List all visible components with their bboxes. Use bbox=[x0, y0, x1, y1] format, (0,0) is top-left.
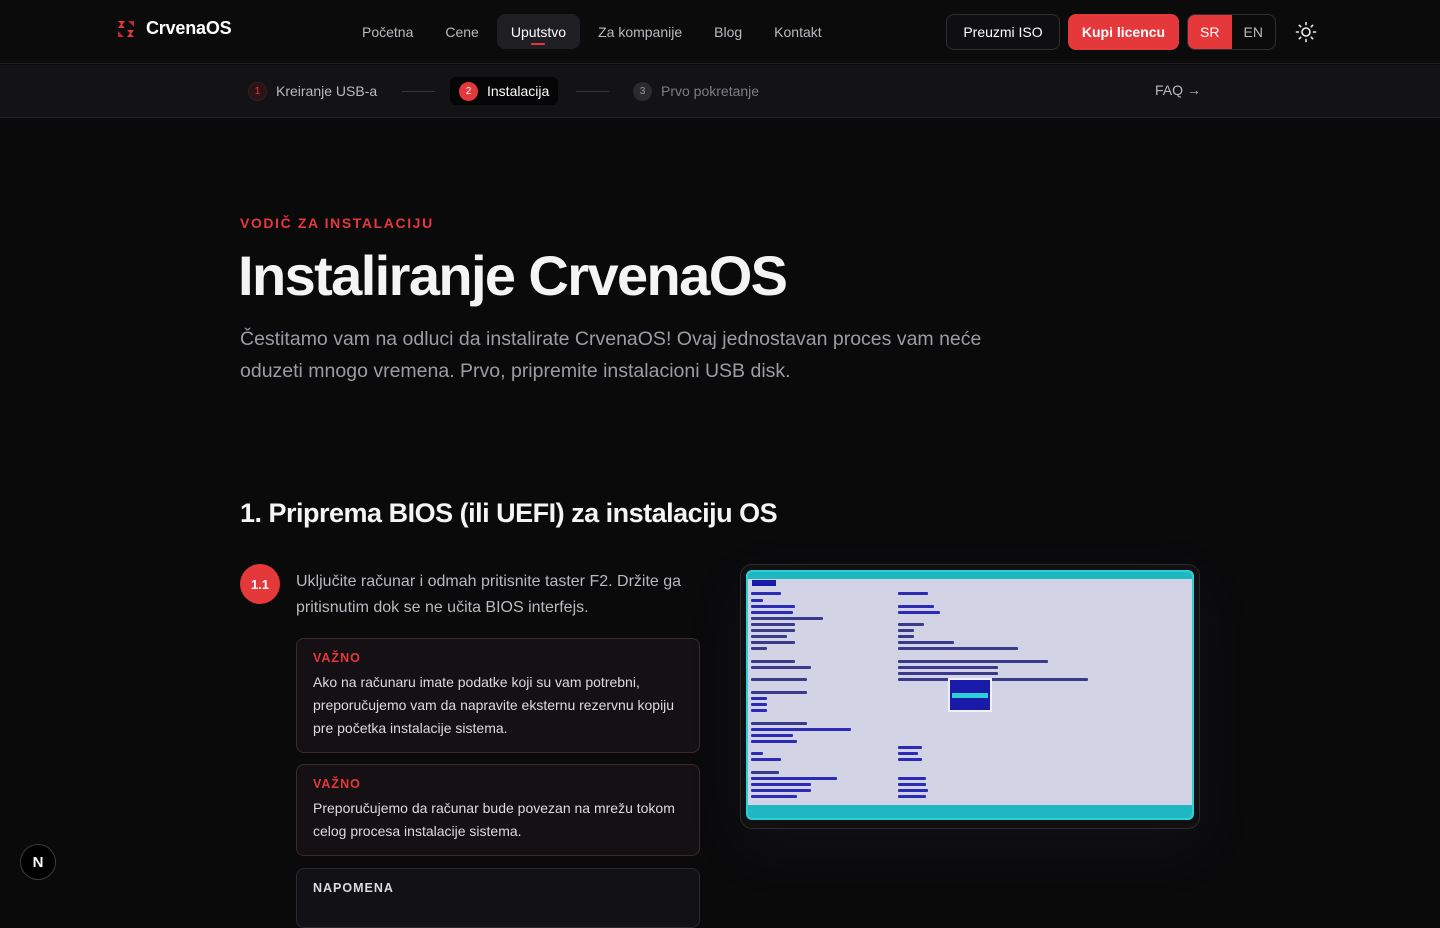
bios-line bbox=[751, 722, 807, 725]
step-label: Prvo pokretanje bbox=[661, 83, 760, 99]
step-label: Instalacija bbox=[487, 83, 550, 99]
nav-item-kontakt[interactable]: Kontakt bbox=[760, 14, 835, 49]
brand[interactable]: CrvenaOS bbox=[116, 18, 232, 39]
bios-line bbox=[751, 740, 797, 743]
bios-line bbox=[751, 635, 787, 638]
bios-help-bar bbox=[748, 805, 1192, 818]
bios-line bbox=[751, 777, 837, 780]
bios-line bbox=[898, 611, 940, 614]
bios-secure-boot-popup bbox=[948, 678, 992, 712]
bios-line bbox=[751, 783, 811, 786]
step-connector bbox=[402, 91, 435, 92]
bios-line bbox=[751, 647, 767, 650]
bios-line bbox=[751, 666, 811, 669]
bios-popup-highlight bbox=[952, 693, 988, 698]
bios-line bbox=[751, 617, 823, 620]
bios-line bbox=[751, 703, 767, 706]
lang-sr-button[interactable]: SR bbox=[1188, 15, 1232, 49]
note-heading: NAPOMENA bbox=[313, 881, 394, 895]
main-menu: Početna Cene Uputstvo Za kompanije Blog … bbox=[348, 14, 836, 49]
faq-link[interactable]: FAQ → bbox=[1155, 82, 1201, 98]
bios-line bbox=[751, 592, 781, 595]
bios-line bbox=[751, 709, 767, 712]
install-steps-bar: 1 Kreiranje USB-a 2 Instalacija 3 Prvo p… bbox=[0, 65, 1440, 118]
bios-line bbox=[898, 795, 926, 798]
lang-en-button[interactable]: EN bbox=[1232, 15, 1276, 49]
bios-line bbox=[751, 771, 779, 774]
bios-line bbox=[751, 623, 795, 626]
note-heading: VAŽNO bbox=[313, 777, 361, 791]
buy-license-button[interactable]: Kupi licencu bbox=[1068, 14, 1179, 50]
bios-line bbox=[898, 789, 928, 792]
step-instalacija[interactable]: 2 Instalacija bbox=[450, 77, 559, 105]
bios-line bbox=[898, 777, 926, 780]
bios-line bbox=[898, 623, 924, 626]
page-title: Instaliranje CrvenaOS bbox=[238, 244, 788, 307]
bios-line bbox=[751, 611, 793, 614]
brand-name: CrvenaOS bbox=[146, 18, 232, 38]
bios-line bbox=[751, 678, 807, 681]
step-number: 1 bbox=[248, 81, 267, 101]
bios-line bbox=[898, 641, 954, 644]
nav-item-za-kompanije[interactable]: Za kompanije bbox=[584, 14, 696, 49]
hero-eyebrow: VODIČ ZA INSTALACIJU bbox=[240, 215, 434, 231]
step-text: Uključite računar i odmah pritisnite tas… bbox=[296, 573, 682, 616]
note-heading: VAŽNO bbox=[313, 651, 361, 665]
note-body: Ako na računaru imate podatke koji su va… bbox=[313, 674, 675, 736]
info-note: NAPOMENA bbox=[296, 868, 700, 928]
bios-line bbox=[898, 758, 922, 761]
nav-item-uputstvo[interactable]: Uputstvo bbox=[496, 14, 581, 49]
important-note: VAŽNO Preporučujemo da računar bude pove… bbox=[296, 764, 700, 856]
crvenaos-logo-icon bbox=[116, 19, 136, 39]
step-badge: 1.1 bbox=[240, 564, 280, 604]
floating-n-button[interactable]: N bbox=[20, 844, 56, 880]
top-nav: CrvenaOS Početna Cene Uputstvo Za kompan… bbox=[0, 0, 1440, 64]
bios-line bbox=[898, 666, 998, 669]
bios-line bbox=[751, 758, 781, 761]
step-number: 3 bbox=[633, 81, 652, 101]
bios-line bbox=[898, 746, 922, 749]
bios-line bbox=[898, 592, 928, 595]
download-iso-button[interactable]: Preuzmi ISO bbox=[946, 14, 1060, 50]
step-number: 2 bbox=[459, 81, 478, 101]
bios-setup-screen bbox=[746, 570, 1194, 820]
section-title: 1. Priprema BIOS (ili UEFI) za instalaci… bbox=[240, 498, 778, 528]
bios-line bbox=[751, 691, 807, 694]
step-label: Kreiranje USB-a bbox=[276, 83, 378, 99]
sun-icon[interactable] bbox=[1294, 20, 1318, 44]
bios-line bbox=[898, 647, 1018, 650]
note-body: Preporučujemo da računar bude povezan na… bbox=[313, 800, 675, 839]
bios-line bbox=[751, 605, 795, 608]
bios-line bbox=[898, 672, 998, 675]
bios-line bbox=[751, 641, 795, 644]
hero-lead: Čestitamo vam na odluci da instalirate C… bbox=[240, 328, 982, 382]
bios-line bbox=[898, 783, 926, 786]
nav-item-cene[interactable]: Cene bbox=[431, 14, 492, 49]
bios-line bbox=[898, 660, 1048, 663]
bios-line bbox=[898, 635, 914, 638]
bios-line bbox=[751, 629, 795, 632]
bios-title-bar bbox=[748, 572, 1192, 579]
bios-line bbox=[898, 752, 918, 755]
bios-line bbox=[751, 734, 793, 737]
step-connector bbox=[576, 91, 609, 92]
bios-line bbox=[751, 697, 767, 700]
bios-line bbox=[751, 752, 763, 755]
bios-line bbox=[751, 795, 797, 798]
bios-line bbox=[898, 605, 934, 608]
bios-line bbox=[898, 629, 914, 632]
bios-line bbox=[751, 728, 851, 731]
bios-screenshot bbox=[740, 564, 1200, 829]
bios-main-tab bbox=[752, 580, 776, 586]
step-prvo-pokretanje[interactable]: 3 Prvo pokretanje bbox=[633, 77, 759, 105]
bios-line bbox=[898, 678, 1088, 681]
step-kreiranje-usb[interactable]: 1 Kreiranje USB-a bbox=[248, 77, 377, 105]
nav-item-pocetna[interactable]: Početna bbox=[348, 14, 427, 49]
bios-line bbox=[751, 789, 811, 792]
language-switch: SR EN bbox=[1187, 14, 1276, 50]
bios-line bbox=[751, 599, 763, 602]
nav-item-blog[interactable]: Blog bbox=[700, 14, 756, 49]
bios-line bbox=[751, 660, 795, 663]
important-note: VAŽNO Ako na računaru imate podatke koji… bbox=[296, 638, 700, 753]
